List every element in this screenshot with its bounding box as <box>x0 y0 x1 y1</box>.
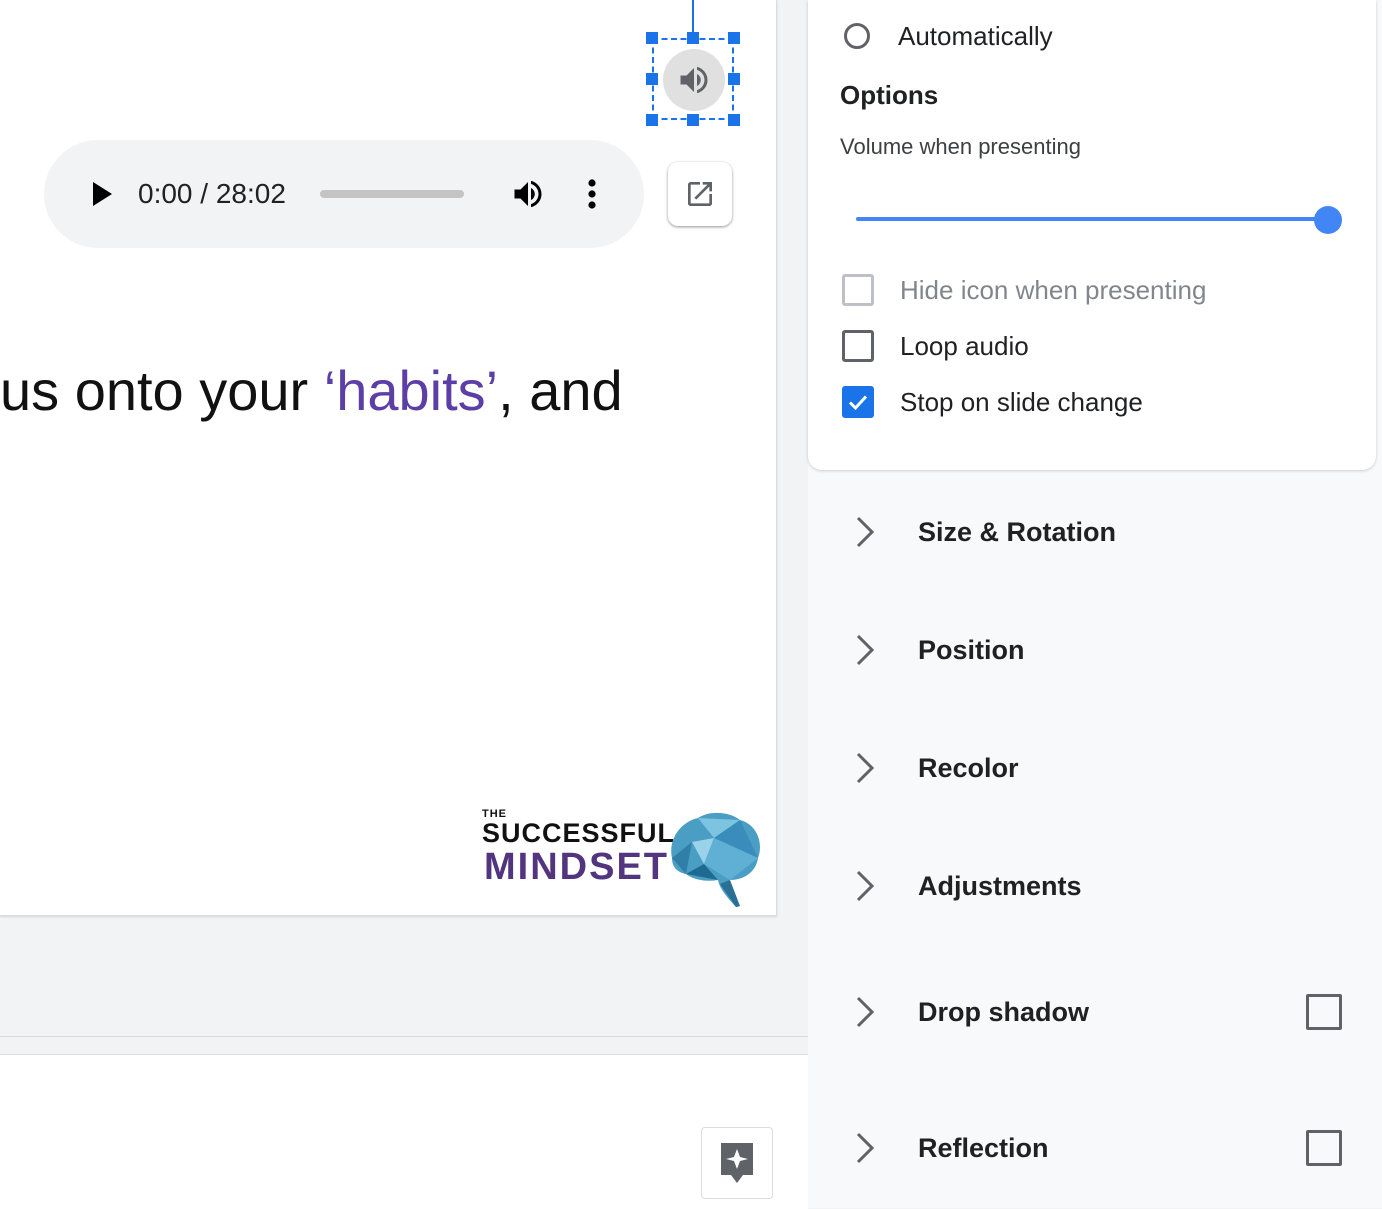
speaker-icon <box>680 66 708 94</box>
explore-icon <box>721 1143 753 1183</box>
section-position[interactable]: Position <box>808 620 1382 680</box>
logo-line1: SUCCESSFUL <box>482 818 676 848</box>
time-display: 0:00 / 28:02 <box>138 178 286 209</box>
volume-slider-thumb[interactable] <box>1314 206 1342 234</box>
start-automatically-radio[interactable] <box>844 23 870 49</box>
play-button[interactable] <box>84 176 120 212</box>
resize-handle-w[interactable] <box>646 73 658 85</box>
resize-handle-nw[interactable] <box>646 32 658 44</box>
chevron-right-icon <box>856 870 875 902</box>
resize-handle-sw[interactable] <box>646 114 658 126</box>
section-size-rotation[interactable]: Size & Rotation <box>808 502 1382 562</box>
section-label: Size & Rotation <box>918 517 1117 547</box>
section-drop-shadow[interactable]: Drop shadow <box>808 982 1382 1042</box>
chevron-right-icon <box>856 516 875 548</box>
resize-handle-s[interactable] <box>687 114 699 126</box>
slide-text-part: , and <box>498 359 623 422</box>
slide-canvas[interactable]: 0:00 / 28:02 us onto your ‘habits’, and … <box>0 0 777 916</box>
section-label: Recolor <box>918 753 1019 783</box>
hide-icon-option[interactable]: Hide icon when presenting <box>842 272 1206 308</box>
section-reflection[interactable]: Reflection <box>808 1118 1382 1178</box>
options-heading: Options <box>840 80 939 110</box>
seek-bar[interactable] <box>320 190 464 198</box>
play-icon <box>93 182 112 206</box>
slide-text-part: us onto your <box>0 359 324 422</box>
notes-divider[interactable] <box>0 1036 808 1037</box>
slide-text-highlight: ‘habits’ <box>323 359 499 422</box>
section-recolor[interactable]: Recolor <box>808 738 1382 798</box>
loop-audio-option[interactable]: Loop audio <box>842 328 1029 364</box>
brain-logo-icon <box>671 812 760 907</box>
chevron-right-icon <box>856 752 875 784</box>
speaker-notes-area[interactable] <box>0 1054 808 1209</box>
section-label: Drop shadow <box>918 997 1090 1027</box>
volume-label: Volume when presenting <box>840 134 1081 159</box>
format-options-panel: Automatically Options Volume when presen… <box>808 0 1382 1208</box>
check-icon <box>848 395 868 411</box>
open-in-new-button[interactable] <box>668 162 732 226</box>
rotate-handle-line <box>692 0 694 36</box>
hide-icon-label: Hide icon when presenting <box>900 274 1207 305</box>
resize-handle-se[interactable] <box>728 114 740 126</box>
section-label: Reflection <box>918 1133 1049 1163</box>
stop-on-slide-change-option[interactable]: Stop on slide change <box>842 384 1143 420</box>
chevron-right-icon <box>856 634 875 666</box>
chevron-right-icon <box>856 996 875 1028</box>
stop-on-slide-change-label: Stop on slide change <box>900 386 1143 417</box>
audio-player[interactable]: 0:00 / 28:02 <box>44 140 644 248</box>
resize-handle-ne[interactable] <box>728 32 740 44</box>
section-adjustments[interactable]: Adjustments <box>808 856 1382 916</box>
section-label: Position <box>918 635 1025 665</box>
start-automatically-option[interactable]: Automatically <box>844 18 1053 54</box>
more-options-button[interactable] <box>578 174 606 214</box>
open-in-new-icon <box>688 182 712 206</box>
hide-icon-checkbox[interactable] <box>842 274 874 306</box>
volume-button[interactable] <box>508 174 548 214</box>
reflection-checkbox[interactable] <box>1306 1130 1342 1166</box>
audio-object[interactable] <box>663 49 725 111</box>
resize-handle-n[interactable] <box>687 32 699 44</box>
volume-slider-track[interactable] <box>856 217 1328 221</box>
brand-logo: THE SUCCESSFUL MINDSET <box>480 806 764 910</box>
audio-playback-card: Automatically Options Volume when presen… <box>808 0 1376 470</box>
drop-shadow-checkbox[interactable] <box>1306 994 1342 1030</box>
logo-line2: MINDSET <box>484 846 669 888</box>
stop-on-slide-change-checkbox[interactable] <box>842 386 874 418</box>
start-automatically-label: Automatically <box>898 20 1053 51</box>
resize-handle-e[interactable] <box>728 73 740 85</box>
loop-audio-checkbox[interactable] <box>842 330 874 362</box>
chevron-right-icon <box>856 1132 875 1164</box>
loop-audio-label: Loop audio <box>900 330 1029 361</box>
slide-body-text[interactable]: us onto your ‘habits’, and <box>0 360 623 422</box>
section-label: Adjustments <box>918 871 1082 901</box>
explore-button[interactable] <box>701 1127 773 1199</box>
more-vert-icon <box>588 179 596 209</box>
volume-icon <box>514 180 542 208</box>
